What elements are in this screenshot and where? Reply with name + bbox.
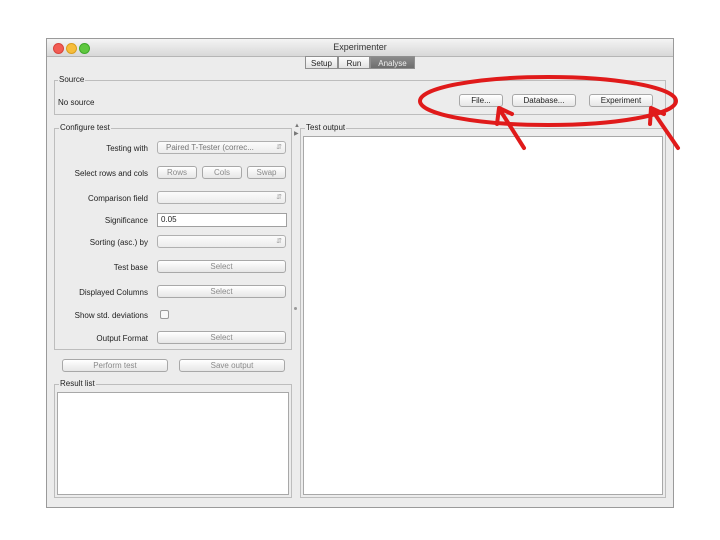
annotation-overlay — [418, 75, 680, 150]
annotation-ellipse — [418, 75, 678, 127]
